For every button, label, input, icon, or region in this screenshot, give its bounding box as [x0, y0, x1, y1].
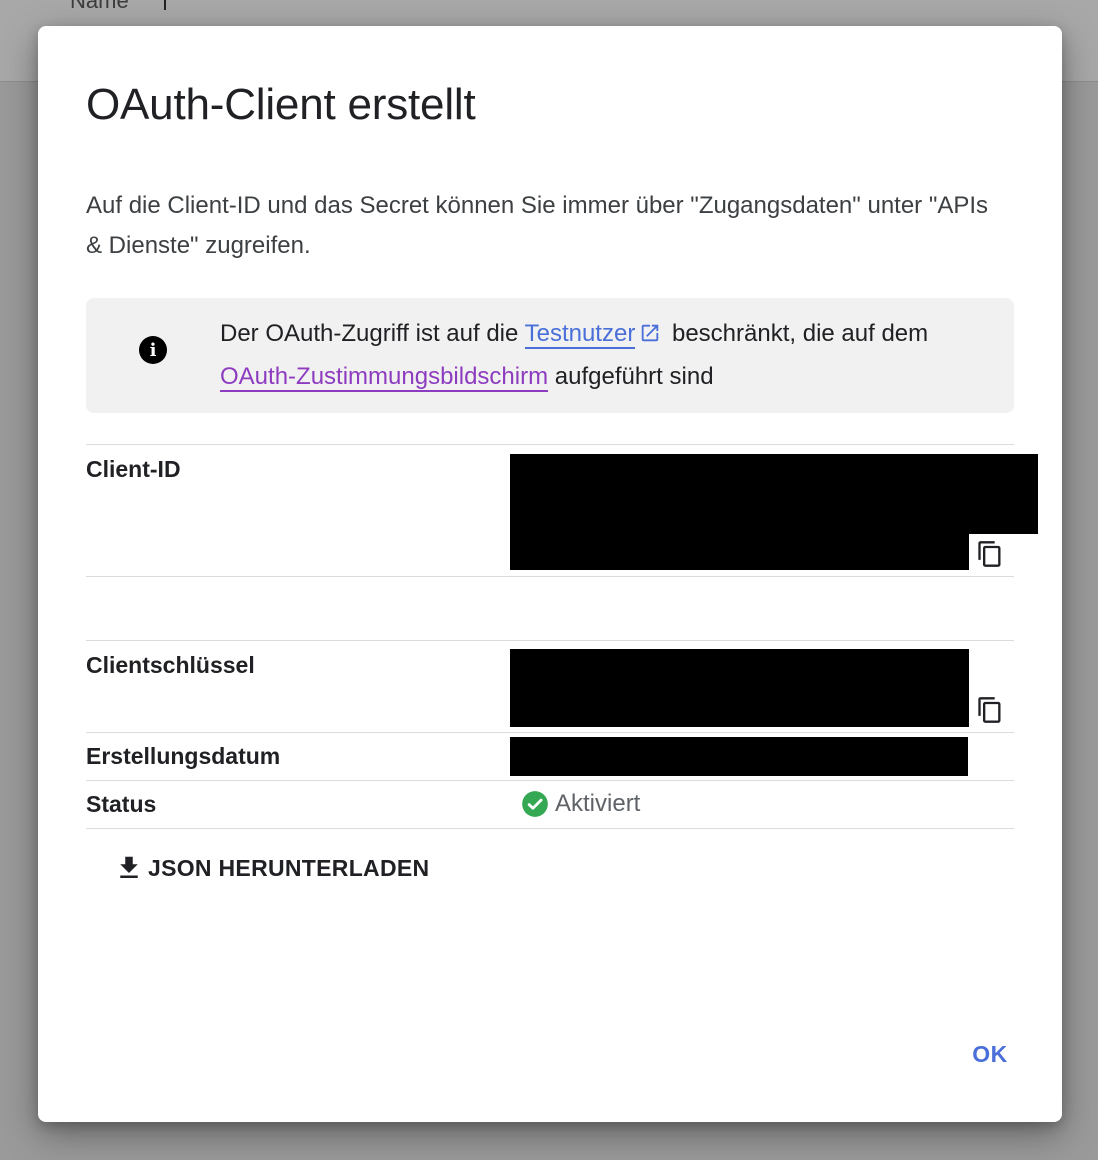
status-value: Aktiviert	[521, 790, 640, 818]
check-circle-icon	[522, 791, 548, 817]
info-text-before: Der OAuth-Zugriff ist auf die	[220, 320, 525, 347]
copy-client-secret-button[interactable]	[972, 692, 1008, 728]
client-secret-label: Clientschlüssel	[86, 652, 255, 678]
creation-date-label: Erstellungsdatum	[86, 743, 281, 769]
info-text-after: aufgeführt sind	[548, 363, 714, 390]
consent-screen-link[interactable]: OAuth-Zustimmungsbildschirm	[220, 363, 549, 392]
download-json-button[interactable]: JSON HERUNTERLADEN	[114, 848, 429, 888]
client-id-value-redacted	[510, 534, 969, 570]
divider	[86, 732, 1014, 733]
info-banner: i Der OAuth-Zugriff ist auf die Testnutz…	[86, 298, 1014, 413]
status-text: Aktiviert	[555, 790, 641, 817]
download-json-label: JSON HERUNTERLADEN	[148, 854, 430, 881]
download-icon	[120, 856, 138, 878]
copy-icon	[978, 541, 1001, 567]
divider	[86, 780, 1014, 781]
divider	[86, 828, 1014, 829]
external-link-icon	[639, 317, 661, 357]
testnutzer-link[interactable]: Testnutzer	[524, 320, 636, 349]
client-id-label: Client-ID	[86, 456, 181, 482]
divider	[86, 444, 1014, 445]
creation-date-value-redacted	[510, 737, 968, 776]
status-label: Status	[86, 791, 157, 817]
client-id-value-redacted	[510, 454, 1038, 534]
text-cursor	[164, 0, 166, 10]
info-icon: i	[139, 336, 167, 364]
copy-icon	[978, 697, 1001, 723]
info-text-middle: beschränkt, die auf dem	[665, 320, 929, 347]
ok-button[interactable]: OK	[958, 1034, 1022, 1074]
copy-client-id-button[interactable]	[972, 536, 1008, 572]
dialog-title: OAuth-Client erstellt	[86, 80, 476, 129]
info-banner-text: Der OAuth-Zugriff ist auf die Testnutzer…	[220, 314, 980, 397]
dialog-description: Auf die Client-ID und das Secret können …	[86, 192, 989, 259]
client-secret-value-redacted	[510, 649, 969, 727]
oauth-client-created-dialog: OAuth-Client erstellt Auf die Client-ID …	[38, 26, 1062, 1122]
divider	[86, 640, 1014, 641]
background-header-text: Name	[70, 0, 129, 13]
divider	[86, 576, 1014, 577]
